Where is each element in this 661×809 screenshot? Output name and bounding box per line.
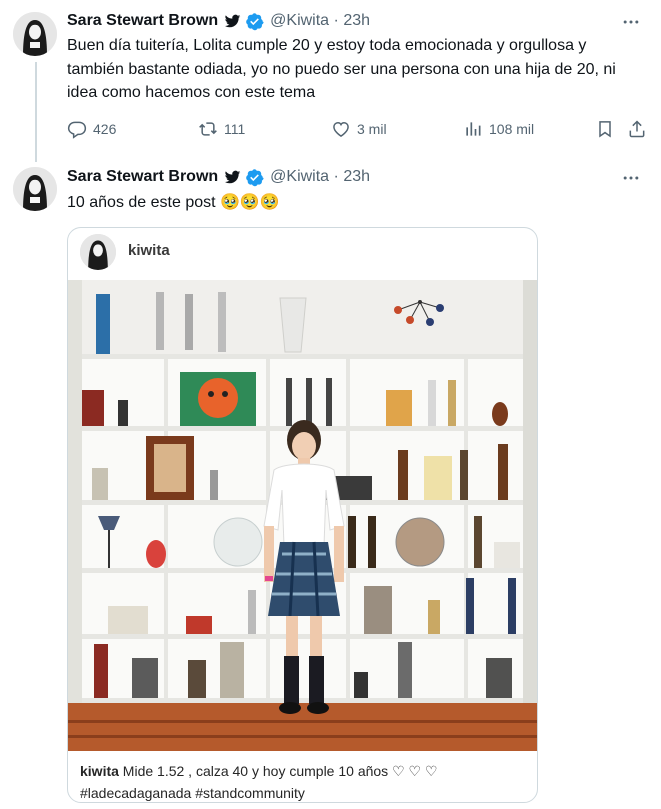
retweet-count: 111 <box>224 121 246 137</box>
more-options-button[interactable] <box>621 12 641 32</box>
tweet-header: Sara Stewart Brown @Kiwita · 23h <box>67 10 370 32</box>
tweet-text: Buen día tuitería, Lolita cumple 20 y es… <box>67 37 616 101</box>
views-icon <box>466 122 481 136</box>
author-name[interactable]: Sara Stewart Brown <box>67 12 218 30</box>
embedded-post-header: kiwita <box>68 228 537 280</box>
author-avatar[interactable] <box>13 167 57 211</box>
author-handle[interactable]: @Kiwita · 23h <box>270 168 370 186</box>
author-name[interactable]: Sara Stewart Brown <box>67 168 218 186</box>
thread-line <box>35 62 37 162</box>
view-count: 108 mil <box>489 121 535 137</box>
more-options-button[interactable] <box>621 168 641 188</box>
reply-count: 426 <box>93 121 117 137</box>
embedded-photo[interactable] <box>68 280 537 751</box>
embedded-username[interactable]: kiwita <box>128 242 170 259</box>
views-button[interactable]: 108 mil <box>463 117 534 141</box>
more-icon <box>623 176 639 180</box>
caption-text: Mide 1.52 , calza 40 y hoy cumple 10 año… <box>122 763 438 779</box>
embedded-avatar[interactable] <box>80 234 116 270</box>
separator: · <box>333 12 339 29</box>
retweet-button[interactable]: 111 <box>198 117 245 141</box>
more-icon <box>623 20 639 24</box>
timestamp: 23h <box>343 168 371 185</box>
separator: · <box>333 168 339 185</box>
like-count: 3 mil <box>357 121 387 137</box>
retweet-icon <box>199 122 217 136</box>
embedded-post-card[interactable]: kiwita kiwita Mide 1.52 , calza 40 y hoy… <box>67 227 538 803</box>
bird-icon <box>224 169 241 186</box>
share-icon <box>629 120 645 138</box>
bird-icon <box>224 13 241 30</box>
tweet-actions: 426 111 3 mil 108 mil <box>67 117 647 141</box>
reply-icon <box>67 121 87 139</box>
like-button[interactable]: 3 mil <box>331 117 387 141</box>
embedded-caption: kiwita Mide 1.52 , calza 40 y hoy cumple… <box>80 760 530 802</box>
author-avatar[interactable] <box>13 12 57 56</box>
bookmark-button[interactable] <box>595 117 621 141</box>
like-icon <box>333 121 349 137</box>
caption-username[interactable]: kiwita <box>80 763 119 779</box>
tweet-header: Sara Stewart Brown @Kiwita · 23h <box>67 166 370 188</box>
bookmark-icon <box>599 121 611 138</box>
tweet-1[interactable]: Sara Stewart Brown @Kiwita · 23h Buen dí… <box>0 0 661 165</box>
verified-badge-icon <box>245 12 264 31</box>
reply-button[interactable]: 426 <box>67 117 116 141</box>
author-handle[interactable]: @Kiwita · 23h <box>270 12 370 30</box>
caption-hashtags[interactable]: #ladecadaganada #standcommunity <box>80 785 305 801</box>
tweet-text: 10 años de este post 🥹🥹🥹 <box>67 194 280 211</box>
verified-badge-icon <box>245 168 264 187</box>
photo-illustration <box>68 280 537 751</box>
share-button[interactable] <box>627 117 653 141</box>
timestamp: 23h <box>343 12 371 29</box>
